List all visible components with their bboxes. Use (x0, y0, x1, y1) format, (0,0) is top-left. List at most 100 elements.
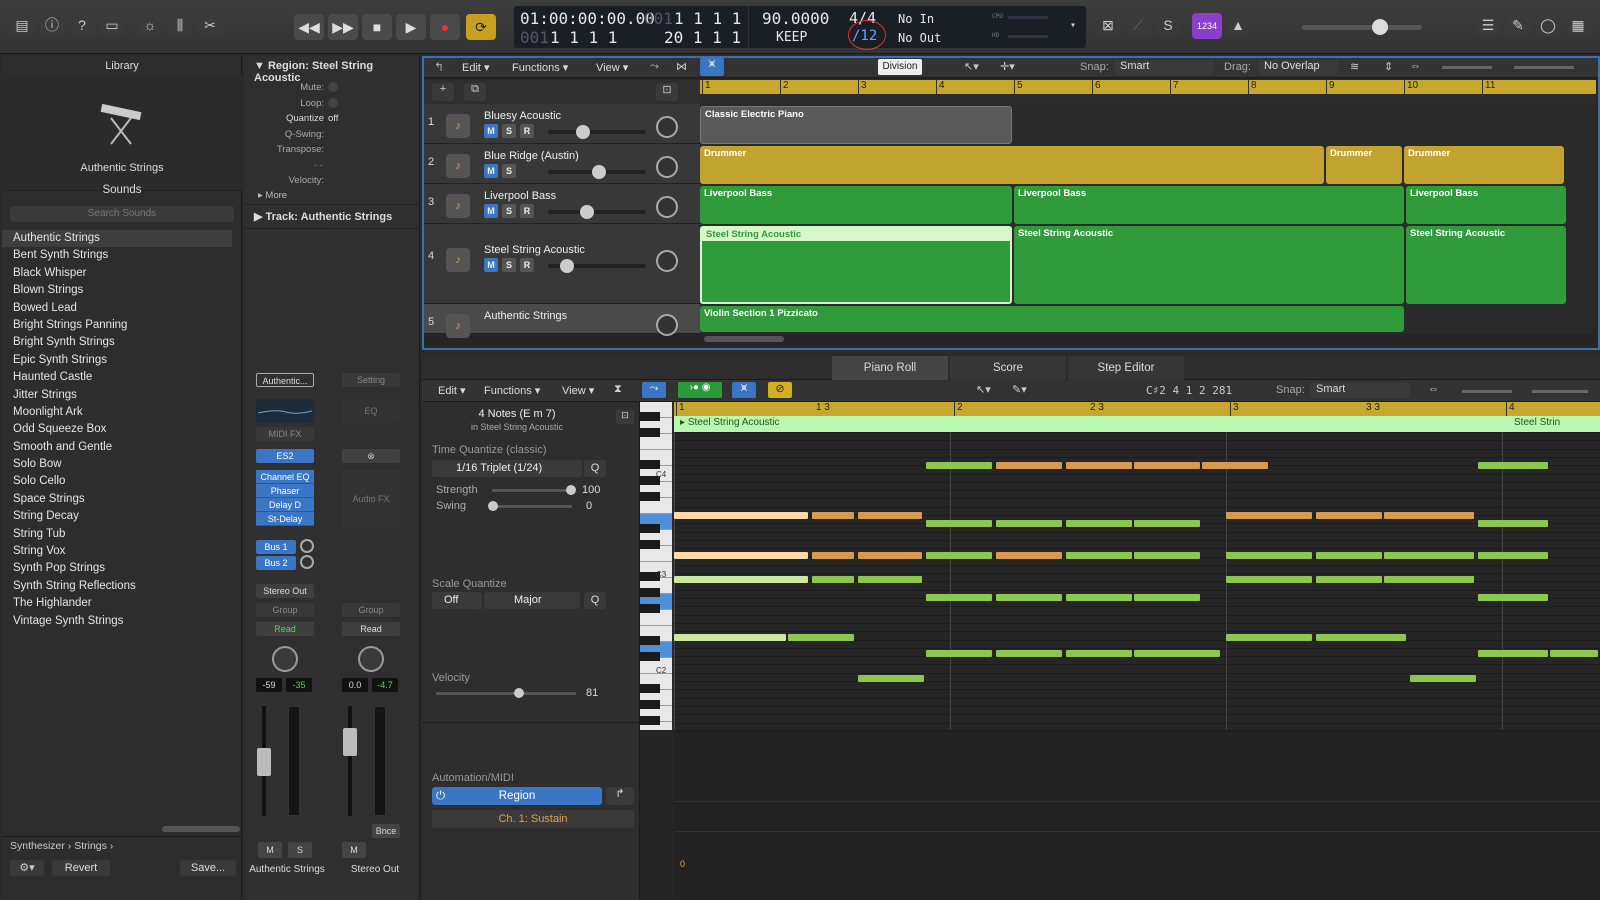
track-mute-button[interactable]: M (484, 124, 498, 138)
track-mute-button[interactable]: M (484, 204, 498, 218)
sound-item[interactable]: Moonlight Ark (2, 404, 232, 421)
lcd-display[interactable]: 01:00:00:00.00 001 1 1 1 1 001 1 1 1 1 2… (514, 6, 1086, 50)
more-toggle[interactable]: ▸ More (258, 190, 287, 201)
waveform-zoom-icon[interactable]: ≋ (1350, 60, 1359, 73)
sound-item[interactable]: The Highlander (2, 595, 232, 612)
midi-note[interactable] (926, 462, 992, 469)
midi-note[interactable] (926, 552, 992, 559)
track-name[interactable]: Authentic Strings (484, 310, 567, 322)
strip1-automation[interactable]: Read (256, 622, 314, 636)
region-classic-electric-piano[interactable]: Classic Electric Piano (700, 106, 1012, 144)
midi-note[interactable] (858, 675, 924, 682)
midi-note[interactable] (1316, 634, 1406, 641)
track-volume-slider[interactable] (548, 210, 646, 214)
count-in-button[interactable]: 1234 (1192, 13, 1222, 39)
midi-note[interactable] (674, 634, 786, 641)
sound-item[interactable]: String Decay (2, 508, 232, 525)
vertical-zoom-slider[interactable] (1442, 66, 1492, 69)
audio-fx-slot[interactable]: Delay D (256, 498, 314, 512)
sound-item[interactable]: Black Whisper (2, 265, 232, 282)
tab-step-editor[interactable]: Step Editor (1068, 356, 1184, 380)
track-volume-knob[interactable] (576, 125, 590, 139)
track-volume-knob[interactable] (592, 165, 606, 179)
midi-note[interactable] (812, 512, 854, 519)
notepad-icon[interactable]: ✎ (1506, 14, 1530, 36)
sound-item[interactable]: Solo Cello (2, 473, 232, 490)
pr-catch-icon[interactable]: ⩙ (732, 382, 756, 398)
midi-note[interactable] (996, 594, 1062, 601)
strip1-group[interactable]: Group (256, 603, 314, 617)
track-record-button[interactable]: R (520, 258, 534, 272)
sound-item[interactable]: Space Strings (2, 491, 232, 508)
catch-icon[interactable]: ⩙ (700, 58, 724, 76)
automation-parameter-select[interactable]: Ch. 1: Sustain (432, 810, 634, 828)
midi-note[interactable] (1226, 634, 1312, 641)
automation-relative-icon[interactable]: ↱ (606, 787, 634, 805)
lcd-tempo[interactable]: 90.0000 (762, 9, 829, 28)
track-pan-knob[interactable] (656, 314, 678, 336)
strip1-bus1[interactable]: Bus 1 (256, 540, 296, 554)
midi-note[interactable] (996, 462, 1062, 469)
midi-note[interactable] (926, 650, 992, 657)
strip1-bus2[interactable]: Bus 2 (256, 556, 296, 570)
midi-note[interactable] (1134, 462, 1200, 469)
strip1-midifx-slot[interactable]: MIDI FX (256, 427, 314, 441)
sound-item[interactable]: Haunted Castle (2, 369, 232, 386)
strength-slider[interactable] (492, 489, 572, 492)
browser-icon[interactable]: ▦ (1566, 14, 1590, 36)
duplicate-track-icon[interactable]: ⧉ (464, 83, 486, 101)
revert-button[interactable]: Revert (52, 860, 110, 876)
track-pan-knob[interactable] (656, 116, 678, 138)
midi-note[interactable] (1134, 552, 1200, 559)
pr-pointer-tool-icon[interactable]: ↖▾ (976, 383, 991, 396)
pr-fit-horizontal-icon[interactable]: ⇔ (1428, 383, 1439, 395)
black-key[interactable] (640, 412, 660, 421)
track-solo-button[interactable]: S (502, 204, 516, 218)
region-drummer-3[interactable]: Drummer (1404, 146, 1564, 184)
strip1-output[interactable]: Stereo Out (256, 584, 314, 598)
cycle-button[interactable]: ⟳ (466, 14, 496, 40)
save-button[interactable]: Save... (180, 860, 236, 876)
midi-note[interactable] (926, 520, 992, 527)
region-drummer-2[interactable]: Drummer (1326, 146, 1402, 184)
global-tracks-icon[interactable]: ⊡ (656, 83, 678, 101)
region-inspector-title[interactable]: ▼ Region: Steel String Acoustic (254, 60, 419, 84)
midi-note[interactable] (674, 512, 808, 519)
bounce-button[interactable]: Bnce (372, 824, 400, 838)
region-automation-button[interactable]: ⏻ Region (432, 787, 602, 805)
midi-note[interactable] (1134, 650, 1220, 657)
track-record-button[interactable]: R (520, 204, 534, 218)
pr-region-header[interactable]: ▸ Steel String Acoustic Steel Strin (674, 416, 1600, 432)
pr-inspector-icon[interactable]: ⊡ (616, 410, 634, 424)
strip2-eq[interactable]: EQ (342, 399, 400, 423)
midi-note[interactable] (1478, 650, 1548, 657)
midi-note[interactable] (1134, 594, 1200, 601)
list-editors-icon[interactable]: ☰ (1476, 14, 1500, 36)
track-pan-knob[interactable] (656, 250, 678, 272)
black-key[interactable] (640, 492, 660, 501)
scale-mode-select[interactable]: Major (484, 592, 580, 609)
track-name[interactable]: Liverpool Bass (484, 190, 556, 202)
timeline-ruler[interactable]: 1 2 3 4 5 6 7 8 9 10 11 (700, 80, 1596, 94)
pr-snap-select[interactable]: Smart (1310, 383, 1410, 398)
midi-note[interactable] (812, 552, 854, 559)
pr-collapse-icon[interactable]: ⧗ (614, 383, 622, 396)
sound-item[interactable]: Bowed Lead (2, 300, 232, 317)
black-key[interactable] (640, 604, 660, 613)
region-liverpool-bass-3[interactable]: Liverpool Bass (1406, 186, 1566, 224)
midi-note[interactable] (858, 576, 922, 583)
sound-item[interactable]: Synth String Reflections (2, 578, 232, 595)
piano-keyboard[interactable]: C4 C3 C2 (640, 402, 674, 730)
region-steel-string-3[interactable]: Steel String Acoustic (1406, 226, 1566, 304)
fast-forward-button[interactable]: ▶▶ (328, 14, 358, 40)
fit-vertical-icon[interactable]: ⇕ (1384, 60, 1393, 73)
pr-view-menu[interactable]: View ▾ (562, 384, 594, 397)
midi-note[interactable] (674, 576, 808, 583)
drag-select[interactable]: No Overlap (1258, 60, 1338, 75)
loop-browser-icon[interactable]: ◯ (1536, 14, 1560, 36)
search-sounds-input[interactable]: Search Sounds (10, 206, 234, 222)
library-icon[interactable]: ▤ (10, 14, 34, 36)
midi-note[interactable] (1066, 552, 1132, 559)
midi-note[interactable] (674, 552, 808, 559)
black-key[interactable] (640, 428, 660, 437)
